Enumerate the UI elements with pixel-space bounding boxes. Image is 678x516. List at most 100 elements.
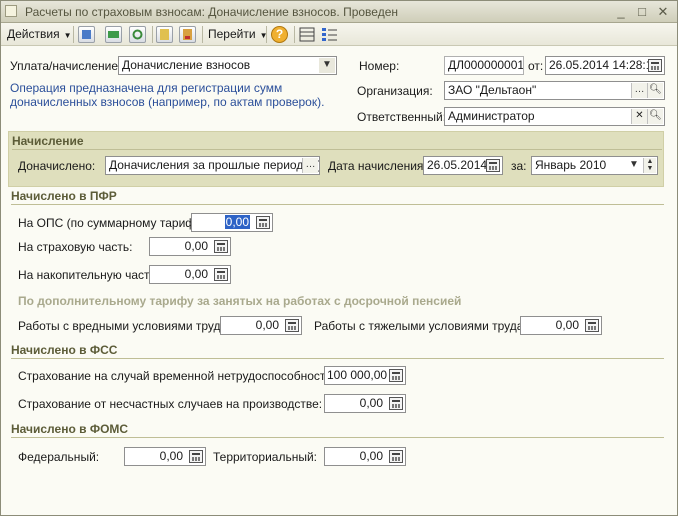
harmful-label: Работы с вредными условиями труда: — [18, 319, 231, 333]
operation-note-line1: Операция предназначена для регистрации с… — [10, 81, 283, 95]
funded-amount-field[interactable]: 0,00 — [149, 265, 231, 284]
calculator-icon[interactable] — [214, 268, 228, 281]
hard-amount-value: 0,00 — [555, 318, 579, 332]
number-label: Номер: — [359, 59, 400, 73]
dropdown-arrow-icon[interactable]: ▼ — [626, 158, 642, 173]
additional-tariff-title: По дополнительному тарифу за занятых на … — [18, 294, 462, 308]
minimize-button[interactable]: _ — [613, 4, 629, 20]
calculator-icon[interactable] — [389, 397, 403, 410]
accrued-label: Доначислено: — [18, 159, 96, 173]
clear-icon[interactable]: ✕ — [631, 109, 647, 124]
accrual-date-label: Дата начисления: — [328, 159, 427, 173]
document-date-field[interactable]: 26.05.2014 14:28:11 — [545, 56, 665, 75]
funded-label: На накопительную часть: — [18, 268, 160, 282]
harmful-amount-field[interactable]: 0,00 — [220, 316, 302, 335]
federal-amount-field[interactable]: 0,00 — [124, 447, 206, 466]
movements-icon[interactable] — [179, 26, 196, 43]
actions-menu[interactable]: Действия ▼ — [7, 26, 72, 43]
territorial-label: Территориальный: — [213, 450, 318, 464]
dropdown-arrow-icon[interactable]: ▼ — [319, 58, 335, 73]
period-label: за: — [511, 159, 527, 173]
accrued-type-value: Доначисления за прошлые периоды (с — [109, 158, 320, 172]
dt-kt-icon[interactable] — [156, 26, 173, 43]
territorial-amount-field[interactable]: 0,00 — [324, 447, 406, 466]
temporary-disability-label: Страхование на случай временной нетрудос… — [18, 369, 336, 383]
payment-type-select[interactable]: Доначисление взносов ▼ — [118, 56, 337, 75]
period-spin-icon[interactable]: ▲ ▼ — [643, 158, 656, 173]
period-value: Январь 2010 — [535, 158, 607, 172]
foms-section-title: Начислено в ФОМС — [11, 422, 129, 436]
calculator-icon[interactable] — [389, 369, 403, 382]
select-ellipsis-icon[interactable]: … — [302, 158, 318, 173]
accrued-type-field[interactable]: Доначисления за прошлые периоды (с … — [105, 156, 320, 175]
refresh-icon[interactable] — [129, 26, 146, 43]
funded-amount-value: 0,00 — [184, 267, 208, 281]
payment-label: Уплата/начисление: — [10, 59, 122, 73]
close-button[interactable]: ✕ — [655, 4, 671, 20]
fss-section-title: Начислено в ФСС — [11, 343, 118, 357]
insurance-label: На страховую часть: — [18, 240, 133, 254]
accidents-amount-field[interactable]: 0,00 — [324, 394, 406, 413]
select-ellipsis-icon[interactable]: … — [631, 83, 647, 98]
goto-label: Перейти — [208, 27, 256, 41]
section-divider — [11, 204, 664, 205]
ops-amount-value: 0,00 — [224, 215, 250, 229]
document-icon — [5, 5, 17, 17]
payment-type-value: Доначисление взносов — [122, 58, 251, 72]
responsible-field[interactable]: Администратор ✕ 🔍︎ — [444, 107, 665, 126]
organization-value: ЗАО "Дельтаон" — [448, 83, 537, 97]
pfr-section-title: Начислено в ПФР — [11, 189, 117, 203]
accidents-label: Страхование от несчастных случаев на про… — [18, 397, 323, 411]
hard-label: Работы с тяжелыми условиями труда: — [314, 319, 527, 333]
chevron-down-icon: ▼ — [63, 31, 72, 40]
calculator-icon[interactable] — [585, 319, 599, 332]
period-field[interactable]: Январь 2010 ▼ ▲ ▼ — [531, 156, 658, 175]
insurance-amount-field[interactable]: 0,00 — [149, 237, 231, 256]
calendar-icon[interactable] — [486, 159, 500, 172]
insurance-amount-value: 0,00 — [184, 239, 208, 253]
number-field[interactable]: ДЛ000000001 — [444, 56, 524, 75]
accidents-amount-value: 0,00 — [359, 396, 383, 410]
window-title: Расчеты по страховым взносам: Доначислен… — [25, 5, 398, 19]
help-icon[interactable]: ? — [271, 26, 288, 43]
organization-label: Организация: — [357, 84, 433, 98]
ops-amount-field[interactable]: 0,00 — [191, 213, 273, 232]
section-divider — [12, 149, 662, 150]
maximize-button[interactable]: □ — [634, 4, 650, 20]
accrual-date-value: 26.05.2014 — [427, 158, 488, 172]
post-and-close-icon[interactable] — [78, 26, 95, 43]
calculator-icon[interactable] — [189, 450, 203, 463]
table-view-icon[interactable] — [299, 26, 316, 43]
list-settings-icon[interactable] — [321, 26, 338, 43]
federal-label: Федеральный: — [18, 450, 100, 464]
calculator-icon[interactable] — [214, 240, 228, 253]
accrual-date-field[interactable]: 26.05.2014 — [423, 156, 503, 175]
actions-label: Действия — [7, 27, 60, 41]
calculator-icon[interactable] — [389, 450, 403, 463]
goto-menu[interactable]: Перейти ▼ — [208, 26, 267, 43]
search-icon[interactable]: 🔍︎ — [647, 109, 663, 124]
number-value: ДЛ000000001 — [448, 58, 524, 72]
temporary-disability-amount-field[interactable]: 100 000,00 — [324, 366, 406, 385]
accrual-panel: Начисление Доначислено: Доначисления за … — [8, 131, 664, 187]
date-from-label: от: — [528, 59, 544, 73]
accrual-section-title: Начисление — [12, 134, 84, 148]
calculator-icon[interactable] — [285, 319, 299, 332]
toolbar-separator — [294, 26, 295, 43]
post-icon[interactable] — [105, 26, 122, 43]
responsible-label: Ответственный: — [357, 110, 447, 124]
document-window: Расчеты по страховым взносам: Доначислен… — [0, 0, 678, 516]
search-icon[interactable]: 🔍︎ — [647, 83, 663, 98]
ops-label: На ОПС (по суммарному тарифу): — [18, 216, 209, 230]
toolbar-separator — [266, 26, 267, 43]
toolbar-separator — [152, 26, 153, 43]
hard-amount-field[interactable]: 0,00 — [520, 316, 602, 335]
section-divider — [11, 358, 664, 359]
document-date-value: 26.05.2014 14:28:11 — [549, 58, 659, 72]
organization-field[interactable]: ЗАО "Дельтаон" … 🔍︎ — [444, 81, 665, 100]
federal-amount-value: 0,00 — [159, 449, 183, 463]
section-divider — [11, 437, 664, 438]
calculator-icon[interactable] — [256, 216, 270, 229]
calendar-icon[interactable] — [648, 59, 662, 72]
territorial-amount-value: 0,00 — [359, 449, 383, 463]
